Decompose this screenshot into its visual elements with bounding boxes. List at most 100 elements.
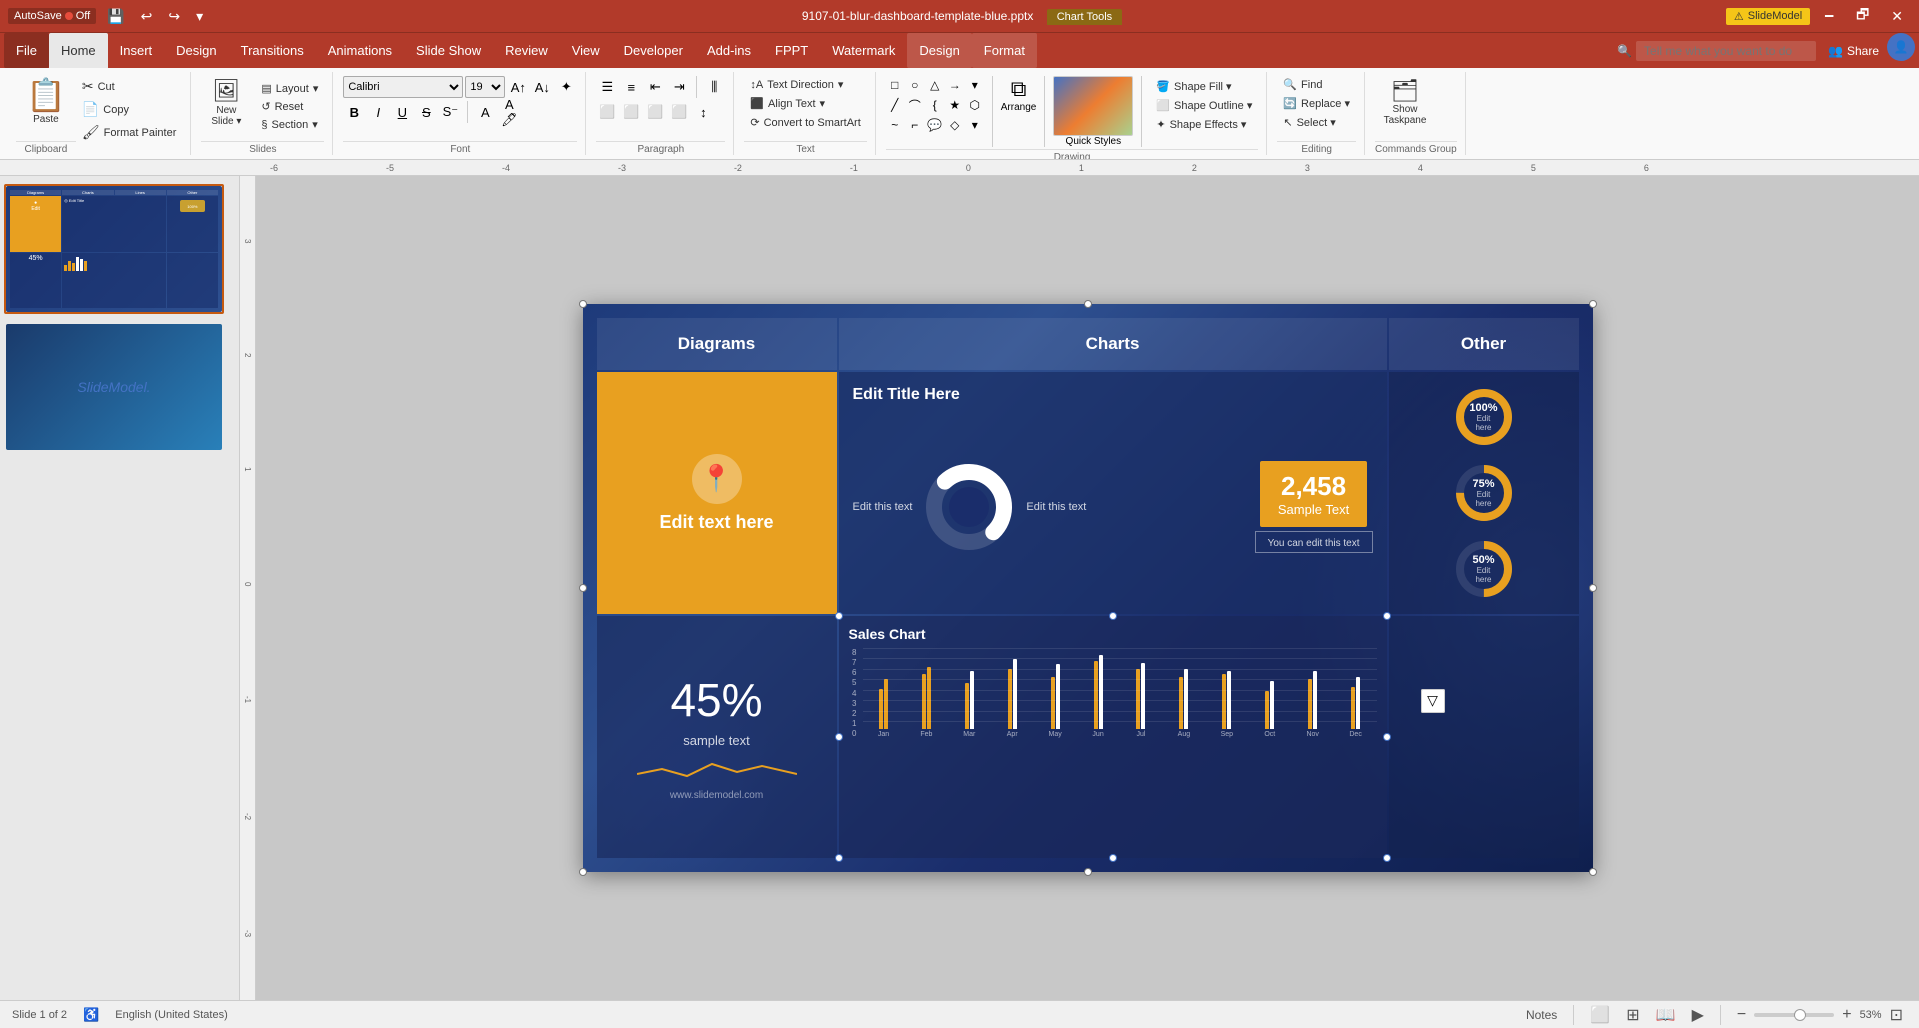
bold-button[interactable]: B — [343, 101, 365, 123]
chart-handle-bm[interactable] — [1109, 854, 1117, 862]
reading-view-button[interactable]: 📖 — [1652, 1005, 1680, 1025]
menu-animations[interactable]: Animations — [316, 33, 404, 68]
underline-button[interactable]: U — [391, 101, 413, 123]
menu-developer[interactable]: Developer — [612, 33, 695, 68]
normal-view-button[interactable]: ⬜ — [1586, 1005, 1614, 1025]
font-family-select[interactable]: Calibri — [343, 76, 463, 98]
menu-review[interactable]: Review — [493, 33, 560, 68]
curve-shape[interactable]: ⌒ — [906, 96, 924, 114]
shapes-more[interactable]: ▾ — [966, 76, 984, 94]
section-button[interactable]: § Section ▾ — [255, 116, 324, 133]
zoom-in-button[interactable]: + — [1838, 1006, 1855, 1024]
canvas-area[interactable]: Diagrams Charts Other 📍 Edit text here — [256, 176, 1919, 1000]
arrange-button[interactable]: ⧉ Arrange — [1001, 76, 1037, 147]
align-center-button[interactable]: ⬜ — [620, 101, 642, 123]
menu-watermark[interactable]: Watermark — [820, 33, 907, 68]
shape-fill-button[interactable]: 🪣 Shape Fill ▾ — [1150, 78, 1258, 95]
chart-handle-tr[interactable] — [1383, 612, 1391, 620]
redo-button[interactable]: ↪ — [163, 6, 185, 27]
handle-tm[interactable] — [1084, 300, 1092, 308]
callout-shape[interactable]: 💬 — [926, 116, 944, 134]
italic-button[interactable]: I — [367, 101, 389, 123]
connector-shape[interactable]: ⌐ — [906, 116, 924, 134]
slide-sorter-button[interactable]: ⊞ — [1622, 1005, 1643, 1025]
line-shape[interactable]: ╱ — [886, 96, 904, 114]
menu-home[interactable]: Home — [49, 33, 108, 68]
charts-top-cell[interactable]: Edit Title Here Edit this text — [839, 372, 1387, 614]
font-size-select[interactable]: 19 — [465, 76, 505, 98]
diagrams-bottom-cell[interactable]: 45% sample text www.slidemodel.com — [597, 616, 837, 858]
handle-tl[interactable] — [579, 300, 587, 308]
chart-handle-tl[interactable] — [835, 612, 843, 620]
strikethrough-button[interactable]: S — [415, 101, 437, 123]
align-left-button[interactable]: ⬜ — [596, 101, 618, 123]
rect-shape[interactable]: □ — [886, 76, 904, 94]
slideshow-button[interactable]: ▶ — [1688, 1005, 1708, 1025]
save-button[interactable]: 💾 — [102, 6, 129, 27]
brace-shape[interactable]: { — [926, 96, 944, 114]
triangle-shape[interactable]: △ — [926, 76, 944, 94]
share-button[interactable]: 👥 Share — [1828, 33, 1879, 68]
search-input[interactable] — [1636, 41, 1816, 61]
handle-mr[interactable] — [1589, 584, 1597, 592]
close-button[interactable]: ✕ — [1883, 6, 1911, 27]
oval-shape[interactable]: ○ — [906, 76, 924, 94]
freeform-shape[interactable]: ~ — [886, 116, 904, 134]
menu-chart-design[interactable]: Design — [907, 33, 971, 68]
font-color-button[interactable]: A — [474, 101, 496, 123]
chart-filter-button[interactable]: ▽ — [1421, 689, 1445, 713]
undo-button[interactable]: ↩ — [136, 6, 158, 27]
user-avatar[interactable]: 👤 — [1887, 33, 1915, 61]
chart-handle-bl[interactable] — [835, 854, 843, 862]
chart-handle-mr[interactable] — [1383, 733, 1391, 741]
reset-button[interactable]: ↺ Reset — [255, 98, 324, 115]
numbered-list-button[interactable]: ≡ — [620, 76, 642, 98]
copy-button[interactable]: 📄 Copy — [76, 99, 183, 120]
align-right-button[interactable]: ⬜ — [644, 101, 666, 123]
fit-button[interactable]: ⊡ — [1886, 1005, 1907, 1025]
handle-bm[interactable] — [1084, 868, 1092, 876]
format-painter-button[interactable]: 🖌 Format Painter — [76, 122, 183, 143]
menu-insert[interactable]: Insert — [108, 33, 165, 68]
increase-font-button[interactable]: A↑ — [507, 76, 529, 98]
new-slide-button[interactable]: 🖼 NewSlide ▾ — [201, 76, 251, 129]
select-button[interactable]: ↖ Select ▾ — [1277, 114, 1356, 131]
replace-button[interactable]: 🔄 Replace ▾ — [1277, 95, 1356, 112]
text-shadow-button[interactable]: S⁻ — [439, 101, 461, 123]
shapes-expand[interactable]: ▾ — [966, 116, 984, 134]
notes-button[interactable]: Notes — [1522, 1008, 1561, 1022]
zoom-slider[interactable] — [1754, 1013, 1834, 1017]
handle-bl[interactable] — [579, 868, 587, 876]
text-direction-button[interactable]: ↕A Text Direction ▾ — [744, 76, 866, 93]
minimize-button[interactable]: 🗕 — [1816, 2, 1842, 30]
clear-format-button[interactable]: ✦ — [555, 76, 577, 98]
line-spacing-button[interactable]: ↕ — [692, 101, 714, 123]
menu-view[interactable]: View — [560, 33, 612, 68]
justify-button[interactable]: ⬜ — [668, 101, 690, 123]
show-taskpane-button[interactable]: 🗂 ShowTaskpane — [1375, 76, 1435, 128]
autosave-toggle[interactable]: AutoSave Off — [8, 8, 96, 24]
zoom-thumb[interactable] — [1794, 1009, 1806, 1021]
other-cell[interactable]: 100% Edit here — [1389, 372, 1579, 614]
chart-handle-br[interactable] — [1383, 854, 1391, 862]
diagrams-content-cell[interactable]: 📍 Edit text here — [597, 372, 837, 614]
align-text-button[interactable]: ⬛ Align Text ▾ — [744, 95, 866, 112]
bullet-list-button[interactable]: ☰ — [596, 76, 618, 98]
chart-handle-ml[interactable] — [835, 733, 843, 741]
menu-file[interactable]: File — [4, 33, 49, 68]
cut-button[interactable]: ✂ Cut — [76, 76, 183, 97]
font-highlight-button[interactable]: A🖊 — [498, 101, 520, 123]
menu-addins[interactable]: Add-ins — [695, 33, 763, 68]
paste-button[interactable]: 📋 Paste — [16, 72, 76, 139]
star-shape[interactable]: ★ — [946, 96, 964, 114]
accessibility-button[interactable]: ♿ — [79, 1007, 103, 1023]
flowchart-shape[interactable]: ◇ — [946, 116, 964, 134]
convert-smartart-button[interactable]: ⟳ Convert to SmartArt — [744, 114, 866, 131]
arrow-shape[interactable]: → — [946, 76, 964, 94]
menu-chart-format[interactable]: Format — [972, 33, 1037, 68]
menu-design[interactable]: Design — [164, 33, 228, 68]
shapes-more2[interactable]: ⬡ — [966, 96, 984, 114]
find-button[interactable]: 🔍 Find — [1277, 76, 1356, 93]
slide-1-thumbnail[interactable]: Diagrams Charts Lines Other ●Edit ◎ Edit… — [4, 184, 224, 314]
customize-qat-button[interactable]: ▾ — [191, 6, 208, 27]
